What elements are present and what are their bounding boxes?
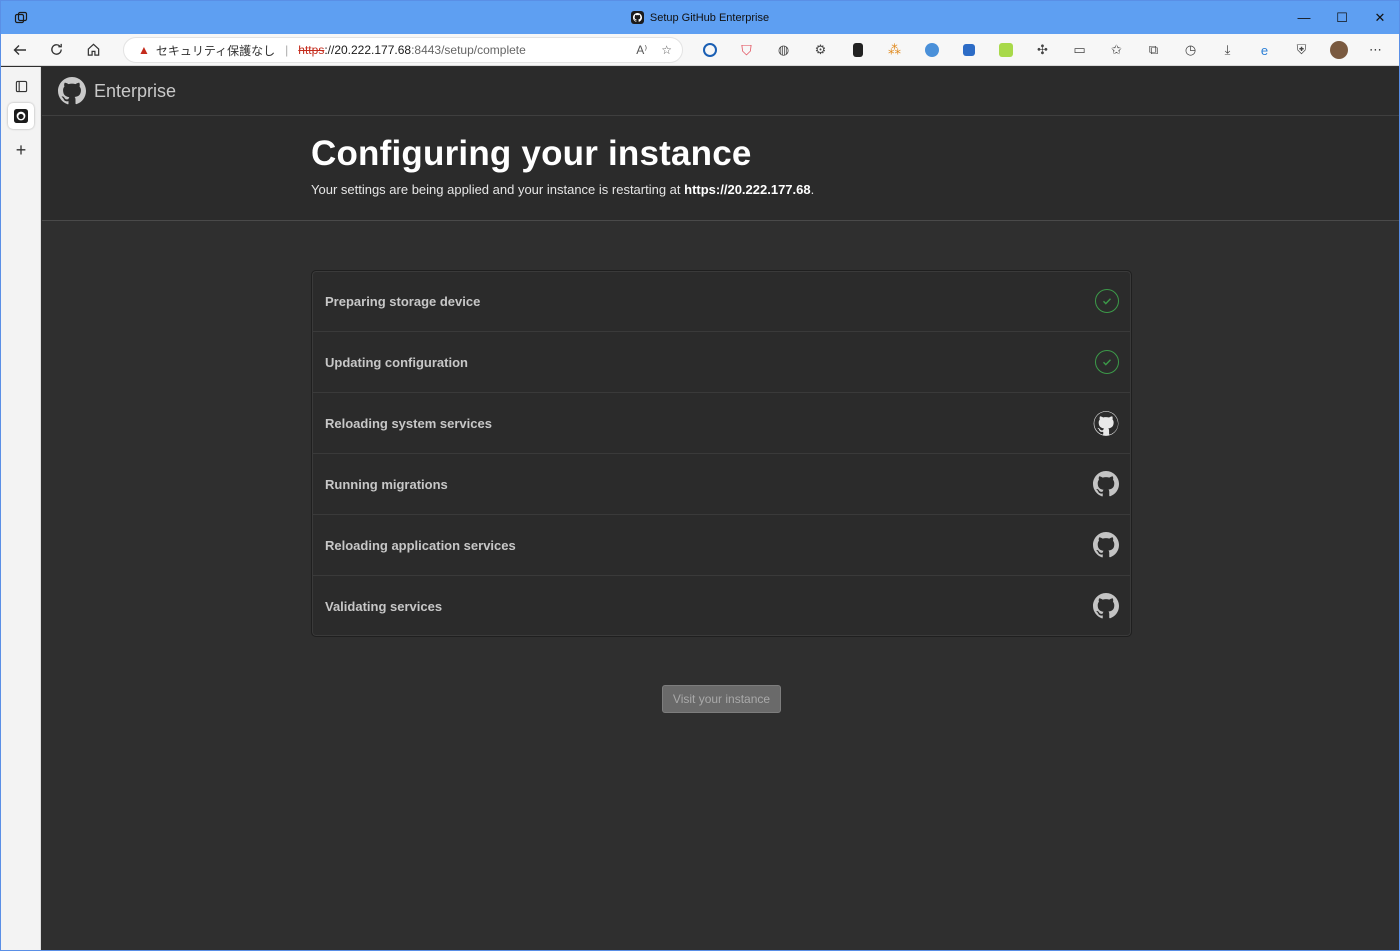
history-icon[interactable]: ◷ <box>1172 34 1209 66</box>
pocket-extension-icon[interactable]: ⛉ <box>728 34 765 66</box>
downloads-icon[interactable]: ⤓ <box>1209 34 1246 66</box>
gear-extension-icon[interactable]: ⚙ <box>802 34 839 66</box>
window-title: Setup GitHub Enterprise <box>1 1 1399 34</box>
subtitle-suffix: . <box>810 182 815 197</box>
step-label: Validating services <box>325 598 443 614</box>
instance-url: https://20.222.177.68 <box>684 182 811 197</box>
maximize-button[interactable]: ☐ <box>1323 1 1361 34</box>
minimize-button[interactable]: — <box>1285 1 1323 34</box>
home-icon <box>87 43 100 56</box>
workspaces-icon <box>14 11 28 23</box>
collections-icon[interactable]: ⧉ <box>1135 34 1172 66</box>
tab-github-setup[interactable] <box>1 101 41 131</box>
github-favicon-icon <box>630 11 644 24</box>
globe-extension-icon[interactable]: ◍ <box>765 34 802 66</box>
address-separator: | <box>285 43 289 57</box>
add-favorite-icon[interactable]: ☆ <box>661 43 672 57</box>
vertical-tab-strip: + <box>1 67 41 950</box>
step-label: Running migrations <box>325 476 448 492</box>
hero-section: Configuring your instance Your settings … <box>42 116 1399 221</box>
green-extension-icon[interactable] <box>987 34 1024 66</box>
setup-steps-list: Preparing storage device Updating config… <box>311 270 1132 637</box>
brand-name: Enterprise <box>94 80 177 101</box>
back-button[interactable] <box>1 34 38 66</box>
step-reloading-application-services: Reloading application services <box>312 515 1131 576</box>
warning-icon: ▲ <box>138 43 150 57</box>
password-manager-extension-icon[interactable] <box>691 34 728 66</box>
security-status[interactable]: セキュリティ保護なし <box>156 42 275 59</box>
github-logo-icon[interactable] <box>58 77 86 105</box>
step-updating-configuration: Updating configuration <box>312 332 1131 393</box>
page-header: Enterprise <box>42 67 1399 116</box>
step-label: Preparing storage device <box>325 293 481 309</box>
address-bar[interactable]: ▲ セキュリティ保護なし | https ://20.222.177.68 :8… <box>123 37 683 63</box>
browser-window: Setup GitHub Enterprise — ☐ ✕ ▲ セキュリティ保護… <box>0 0 1400 951</box>
step-validating-services: Validating services <box>312 576 1131 636</box>
plus-icon: + <box>15 139 27 160</box>
subtitle-prefix: Your settings are being applied and your… <box>311 182 685 197</box>
back-arrow-icon <box>13 44 26 55</box>
puzzle-blue-extension-icon[interactable] <box>950 34 987 66</box>
url-scheme: https <box>298 43 325 57</box>
tab-actions-button[interactable] <box>1 71 41 101</box>
browser-toolbar: ▲ セキュリティ保護なし | https ://20.222.177.68 :8… <box>1 34 1399 66</box>
page-subtitle: Your settings are being applied and your… <box>311 182 814 197</box>
github-octocat-icon <box>1093 471 1119 497</box>
more-menu-icon[interactable]: ⋯ <box>1357 34 1394 66</box>
github-tab-icon <box>14 109 28 123</box>
bookmark-extension-icon[interactable] <box>839 34 876 66</box>
step-label: Reloading system services <box>325 415 492 431</box>
edge-icon[interactable]: e <box>1246 34 1283 66</box>
step-reloading-system-services: Reloading system services <box>312 393 1131 454</box>
read-aloud-icon[interactable]: A⁾ <box>636 43 647 57</box>
page-title: Configuring your instance <box>311 134 752 173</box>
check-icon <box>1095 350 1119 374</box>
step-running-migrations: Running migrations <box>312 454 1131 515</box>
url-path: :8443/setup/complete <box>411 43 526 57</box>
workspaces-button[interactable] <box>1 1 41 34</box>
favorites-icon[interactable]: ✩ <box>1098 34 1135 66</box>
home-button[interactable] <box>75 34 112 66</box>
title-bar: Setup GitHub Enterprise — ☐ ✕ <box>1 1 1399 34</box>
visit-instance-button[interactable]: Visit your instance <box>662 685 781 713</box>
step-label: Updating configuration <box>325 354 468 370</box>
browser-essentials-icon[interactable]: ⛨ <box>1283 34 1320 66</box>
profile-avatar[interactable] <box>1320 34 1357 66</box>
new-tab-button[interactable]: + <box>1 135 41 165</box>
refresh-button[interactable] <box>38 34 75 66</box>
refresh-icon <box>51 43 62 55</box>
github-octocat-icon <box>1093 593 1119 619</box>
url-host: ://20.222.177.68 <box>324 43 412 57</box>
page-content: Enterprise Configuring your instance You… <box>42 67 1399 950</box>
blue-extension-icon[interactable] <box>913 34 950 66</box>
step-label: Reloading application services <box>325 537 516 553</box>
extensions-bar: ⛉ ◍ ⚙ ⁂ ✣ ▭ ✩ ⧉ ◷ ⤓ e ⛨ ⋯ <box>691 34 1394 66</box>
step-preparing-storage: Preparing storage device <box>312 271 1131 332</box>
check-icon <box>1095 289 1119 313</box>
tab-actions-icon <box>15 80 27 92</box>
github-octocat-icon <box>1093 410 1119 436</box>
orange-extension-icon[interactable]: ⁂ <box>876 34 913 66</box>
window-title-text: Setup GitHub Enterprise <box>649 11 770 24</box>
github-octocat-icon <box>1093 532 1119 558</box>
extensions-icon[interactable]: ✣ <box>1024 34 1061 66</box>
cast-icon[interactable]: ▭ <box>1061 34 1098 66</box>
close-button[interactable]: ✕ <box>1361 1 1399 34</box>
